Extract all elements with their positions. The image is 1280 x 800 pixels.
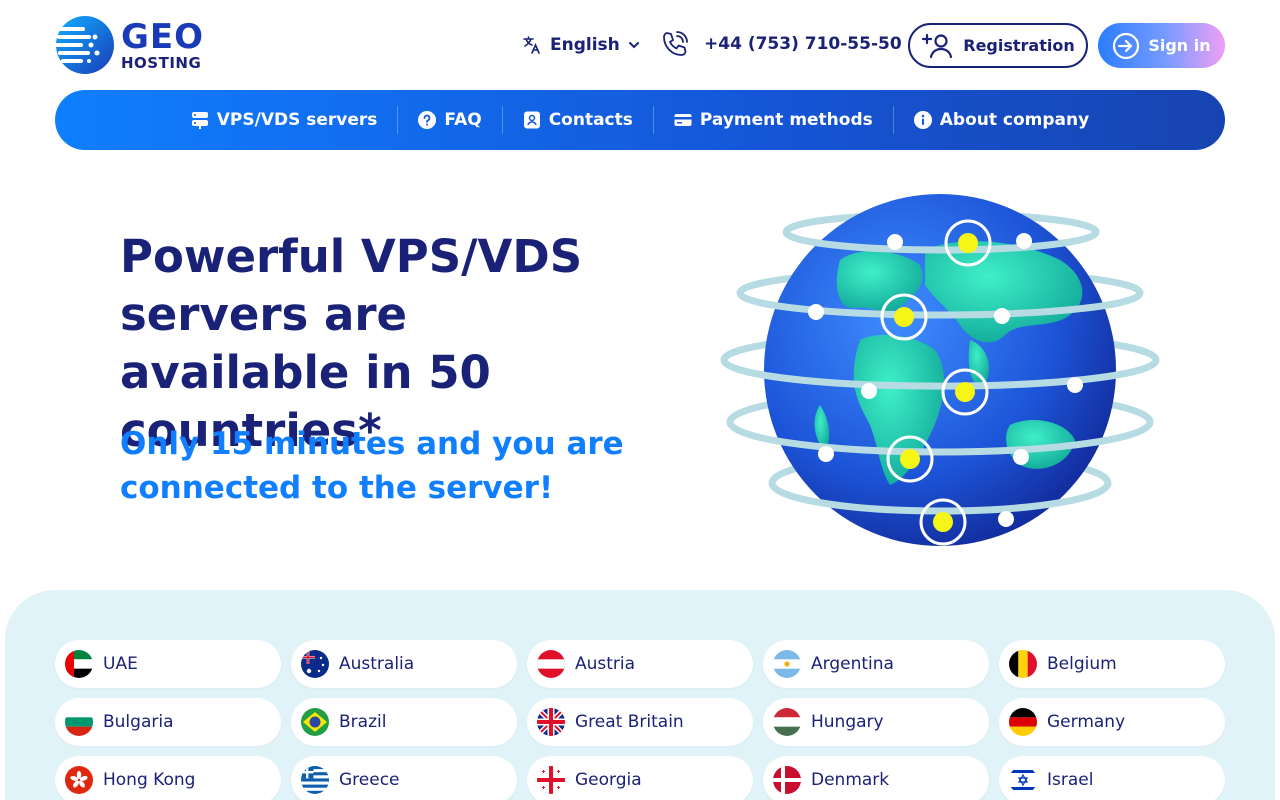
austria-flag-icon [537, 650, 565, 678]
registration-label: Registration [963, 36, 1075, 55]
country-item-denmark[interactable]: Denmark [763, 756, 989, 800]
bulgaria-flag-icon [65, 708, 93, 736]
country-item-brazil[interactable]: Brazil [291, 698, 517, 746]
add-user-icon [922, 33, 953, 58]
logo-text: GEO HOSTING [121, 20, 204, 71]
country-item-bulgaria[interactable]: Bulgaria [55, 698, 281, 746]
country-name: Bulgaria [103, 712, 174, 732]
nav-item-contacts[interactable]: Contacts [503, 105, 653, 135]
country-name: Georgia [575, 770, 642, 790]
country-item-great-britain[interactable]: Great Britain [527, 698, 753, 746]
country-item-hungary[interactable]: Hungary [763, 698, 989, 746]
server-icon [191, 112, 208, 129]
credit-card-icon [674, 114, 692, 126]
country-name: Australia [339, 654, 415, 674]
greece-flag-icon [301, 766, 329, 794]
country-name: Hong Kong [103, 770, 196, 790]
nav-label: About company [939, 110, 1090, 130]
question-icon [418, 111, 437, 129]
uae-flag-icon [65, 650, 93, 678]
brazil-flag-icon [301, 708, 329, 736]
israel-flag-icon [1009, 766, 1037, 794]
country-item-georgia[interactable]: Georgia [527, 756, 753, 800]
country-item-belgium[interactable]: Belgium [999, 640, 1225, 688]
logo-sub: HOSTING [121, 53, 202, 72]
contact-card-icon [523, 111, 540, 129]
hero-subtitle: Only 15 minutes and you are connected to… [120, 426, 624, 506]
country-name: Israel [1047, 770, 1094, 790]
signin-label: Sign in [1148, 36, 1211, 55]
country-item-uae[interactable]: UAE [55, 640, 281, 688]
country-name: Germany [1047, 712, 1126, 732]
language-selector[interactable]: English [522, 34, 640, 56]
phone-icon [663, 31, 688, 56]
logo[interactable]: GEO HOSTING [55, 14, 205, 76]
hungary-flag-icon [773, 708, 801, 736]
country-item-hong-kong[interactable]: Hong Kong [55, 756, 281, 800]
nav-label: FAQ [444, 110, 482, 130]
nav-item-payment[interactable]: Payment methods [654, 105, 893, 135]
phone-number: +44 (753) 710-55-50 [704, 34, 902, 54]
language-label: English [550, 35, 620, 55]
country-item-israel[interactable]: Israel [999, 756, 1225, 800]
translate-icon [523, 36, 540, 54]
phone-link[interactable]: +44 (753) 710-55-50 [660, 28, 902, 60]
country-name: Brazil [339, 712, 387, 732]
country-item-australia[interactable]: Australia [291, 640, 517, 688]
logo-icon [55, 16, 114, 74]
country-name: Austria [575, 654, 636, 674]
country-item-greece[interactable]: Greece [291, 756, 517, 800]
belgium-flag-icon [1009, 650, 1037, 678]
nav-label: Payment methods [699, 110, 873, 130]
country-item-germany[interactable]: Germany [999, 698, 1225, 746]
country-name: Belgium [1047, 654, 1117, 674]
nav-item-faq[interactable]: FAQ [398, 105, 501, 135]
main-nav: VPS/VDS servers FAQ Contacts Payment met… [55, 90, 1225, 150]
chevron-down-icon [628, 42, 639, 49]
denmark-flag-icon [773, 766, 801, 794]
country-name: Great Britain [575, 712, 684, 732]
countries-grid: UAE Australia Austria Argentina Belgium … [55, 640, 1225, 800]
country-name: Denmark [811, 770, 890, 790]
signin-button[interactable]: Sign in [1098, 23, 1225, 68]
nav-label: Contacts [548, 110, 633, 130]
country-name: UAE [103, 654, 138, 674]
sign-in-icon [1113, 32, 1140, 59]
nav-item-about[interactable]: About company [894, 105, 1109, 135]
country-name: Hungary [811, 712, 884, 732]
australia-flag-icon [301, 650, 329, 678]
germany-flag-icon [1009, 708, 1037, 736]
info-icon [913, 111, 932, 129]
country-item-argentina[interactable]: Argentina [763, 640, 989, 688]
logo-main: GEO [121, 16, 205, 57]
nav-label: VPS/VDS servers [216, 110, 378, 130]
registration-button[interactable]: Registration [908, 23, 1088, 68]
countries-section: UAE Australia Austria Argentina Belgium … [5, 590, 1275, 800]
country-name: Greece [339, 770, 400, 790]
country-name: Argentina [811, 654, 894, 674]
country-item-austria[interactable]: Austria [527, 640, 753, 688]
argentina-flag-icon [773, 650, 801, 678]
great-britain-flag-icon [537, 708, 565, 736]
globe-illustration [720, 194, 1160, 546]
hong-kong-flag-icon [65, 766, 93, 794]
site-header: GEO HOSTING English +44 (753) 710-55-50 … [0, 0, 1280, 90]
georgia-flag-icon [537, 766, 565, 794]
nav-item-vps[interactable]: VPS/VDS servers [171, 105, 398, 135]
